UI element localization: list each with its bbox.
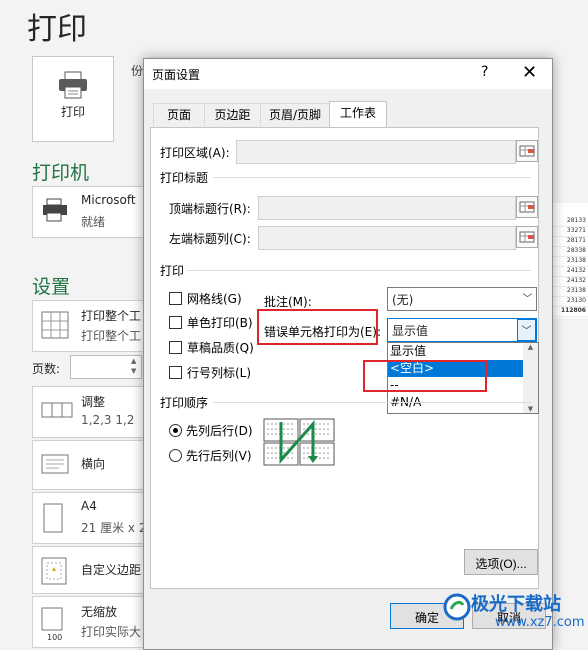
paper-size-name: A4: [81, 499, 97, 513]
range-select-icon: [519, 145, 535, 157]
pages-spinner[interactable]: ▲ ▼: [131, 356, 136, 376]
comments-select[interactable]: (无) ﹀: [387, 287, 537, 311]
divider: [213, 177, 531, 178]
annotation-box-blank-option: [363, 360, 487, 392]
collate-card[interactable]: 调整 1,2,3 1,2: [32, 386, 150, 438]
print-scope-card[interactable]: 打印整个工 打印整个工: [32, 300, 150, 352]
range-select-icon: [519, 201, 535, 213]
print-titles-label: 打印标题: [160, 171, 209, 185]
print-button[interactable]: 打印: [32, 56, 114, 142]
scroll-down-icon[interactable]: ▼: [523, 405, 538, 413]
down-then-over-radio[interactable]: 先列后行(D): [169, 422, 253, 439]
scaling-line2: 打印实际大: [81, 625, 142, 639]
collate-icon: [41, 397, 73, 426]
printer-small-icon: [41, 197, 69, 226]
draft-quality-checkbox[interactable]: 草稿品质(Q): [169, 339, 254, 356]
print-area-input[interactable]: [236, 140, 516, 164]
collate-line2: 1,2,3 1,2: [81, 413, 135, 427]
watermark-logo-icon: [443, 593, 471, 624]
sheet-grid-icon: [41, 311, 69, 342]
gridlines-checkbox[interactable]: 网格线(G): [169, 290, 242, 307]
page-setup-dialog: 页面设置 ? ✕ 页面 页边距 页眉/页脚 工作表 打印区域(A): 打印标题 …: [143, 58, 553, 650]
settings-heading: 设置: [32, 276, 71, 298]
top-rows-input[interactable]: [258, 196, 516, 220]
printer-selector[interactable]: Microsoft 就绪: [32, 186, 150, 238]
print-scope-line1: 打印整个工: [81, 309, 142, 323]
backstage-title: 打印: [27, 12, 87, 47]
paper-size-card[interactable]: A4 21 厘米 x 2: [32, 492, 150, 544]
left-cols-label: 左端标题列(C):: [169, 232, 251, 246]
tab-page[interactable]: 页面: [153, 103, 205, 126]
over-then-down-radio[interactable]: 先行后列(V): [169, 447, 252, 464]
radio-dot: [169, 449, 182, 462]
black-white-checkbox[interactable]: 单色打印(B): [169, 314, 253, 331]
close-button[interactable]: ✕: [522, 62, 537, 83]
scaling-card[interactable]: 100 无缩放 打印实际大: [32, 596, 150, 648]
divider: [213, 402, 531, 403]
print-group-label: 打印: [160, 264, 185, 278]
divider: [187, 270, 531, 271]
printer-icon: [57, 71, 89, 99]
printer-status: 就绪: [81, 215, 106, 229]
printer-heading: 打印机: [32, 162, 90, 184]
printer-name: Microsoft: [81, 193, 136, 207]
annotation-box-errors-label: [257, 309, 378, 345]
comments-label: 批注(M):: [264, 295, 312, 309]
margins-icon: [41, 557, 67, 588]
scroll-up-icon[interactable]: ▲: [523, 343, 538, 351]
radio-dot: [169, 424, 182, 437]
checkbox-box: [169, 341, 182, 354]
print-area-ref-button[interactable]: [516, 140, 538, 162]
row-col-headings-checkbox[interactable]: 行号列标(L): [169, 364, 251, 381]
dialog-titlebar[interactable]: 页面设置 ? ✕: [144, 59, 552, 89]
cell-errors-select[interactable]: 显示值 ﹀: [387, 318, 537, 342]
range-select-icon: [519, 231, 535, 243]
print-order-label: 打印顺序: [160, 396, 209, 410]
pages-label: 页数:: [32, 362, 61, 376]
watermark-url: www.xz7.com: [495, 615, 585, 630]
dialog-title: 页面设置: [152, 68, 201, 82]
watermark: 极光下载站 www.xz7.com: [443, 588, 588, 639]
checkbox-box: [169, 316, 182, 329]
orientation-label: 横向: [81, 457, 106, 471]
copies-label: 份: [131, 64, 144, 78]
tab-header-footer[interactable]: 页眉/页脚: [260, 103, 330, 126]
left-cols-input[interactable]: [258, 226, 516, 250]
options-button[interactable]: 选项(O)...: [464, 549, 538, 575]
left-cols-ref-button[interactable]: [516, 226, 538, 248]
margins-card[interactable]: 自定义边距: [32, 546, 150, 594]
sheet-tab-panel: 打印区域(A): 打印标题 顶端标题行(R): 左端标题列(C): 打印 网格线…: [150, 127, 539, 589]
top-rows-label: 顶端标题行(R):: [169, 202, 251, 216]
scale-badge: 100: [47, 633, 62, 641]
tab-sheet[interactable]: 工作表: [329, 101, 387, 127]
paper-size-dims: 21 厘米 x 2: [81, 521, 147, 535]
collate-line1: 调整: [81, 395, 106, 409]
chevron-down-icon: ﹀: [517, 319, 536, 341]
watermark-brand: 极光下载站: [471, 594, 561, 615]
scaling-icon: 100: [41, 607, 71, 644]
landscape-page-icon: [41, 451, 69, 480]
chevron-down-icon: ﹀: [522, 294, 533, 305]
checkbox-box: [169, 292, 182, 305]
print-scope-line2: 打印整个工: [81, 329, 142, 343]
tab-margins[interactable]: 页边距: [204, 103, 261, 126]
page-order-preview-icon: [263, 418, 335, 466]
orientation-card[interactable]: 横向: [32, 440, 150, 490]
scaling-line1: 无缩放: [81, 605, 118, 619]
option-displayed[interactable]: 显示值: [388, 343, 538, 360]
top-rows-ref-button[interactable]: [516, 196, 538, 218]
help-button[interactable]: ?: [481, 64, 488, 80]
paper-icon: [41, 503, 65, 536]
print-button-label: 打印: [60, 105, 85, 119]
print-area-label: 打印区域(A):: [160, 146, 230, 160]
margins-label: 自定义边距: [81, 563, 142, 577]
checkbox-box: [169, 366, 182, 379]
